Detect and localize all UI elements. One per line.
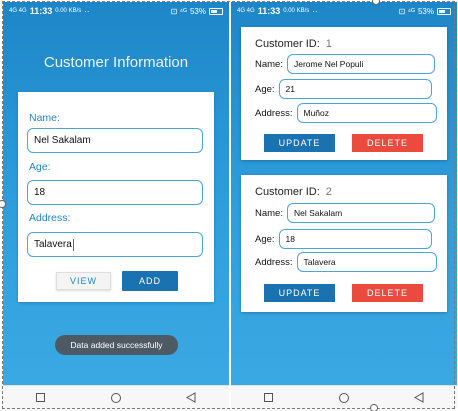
square-icon <box>36 393 46 402</box>
recent-apps-button[interactable] <box>33 390 49 406</box>
address-input[interactable]: Talavera <box>27 232 203 257</box>
triangle-back-icon <box>186 392 196 403</box>
notification-dots-icon: ·· <box>312 6 318 16</box>
age-field[interactable]: 21 <box>278 79 432 99</box>
screenshot-canvas: 4G 4G 11:33 0.00 KB/s ·· ⊡ ⁴ᴳ 53% Custom… <box>0 0 458 411</box>
customer-id-label: Customer ID: <box>255 186 320 198</box>
address-label: Address: <box>255 256 293 268</box>
address-label: Address: <box>29 212 71 224</box>
customer-form-card: Name: Nel Sakalam Age: 18 Address: Talav… <box>18 92 214 302</box>
address-field[interactable]: Talavera <box>296 252 437 272</box>
name-input-value: Nel Sakalam <box>34 135 91 146</box>
delete-button[interactable]: DELETE <box>352 284 423 302</box>
age-field[interactable]: 18 <box>278 229 432 249</box>
network-speed: 0.00 KB/s <box>283 8 310 14</box>
customer-id-value: 1 <box>325 38 332 50</box>
age-label: Age: <box>255 83 275 95</box>
status-bar: 4G 4G 11:33 0.00 KB/s ·· ⊡ ⁴ᴳ 53% <box>3 2 229 20</box>
delete-button[interactable]: DELETE <box>352 134 423 152</box>
status-time: 11:33 <box>257 6 281 16</box>
customer-id: Customer ID: 2 <box>255 186 332 198</box>
right-phone-screen: 4G 4G 11:33 0.00 KB/s ·· ⊡ ⁴ᴳ 53% Custom… <box>231 2 457 409</box>
customer-id: Customer ID: 1 <box>255 38 332 50</box>
name-field[interactable]: Nel Sakalam <box>286 203 435 223</box>
customer-card: Customer ID: 1 Name: Jerome Nel Populi Ag… <box>241 27 447 160</box>
customer-id-label: Customer ID: <box>255 38 320 50</box>
age-input[interactable]: 18 <box>27 180 203 205</box>
name-label: Name: <box>29 112 60 124</box>
age-label: Age: <box>29 161 51 173</box>
age-label: Age: <box>255 233 275 245</box>
home-button[interactable] <box>336 390 352 406</box>
navigation-bar <box>231 385 457 409</box>
circle-icon <box>110 392 121 403</box>
age-row: Age: 18 <box>255 229 432 249</box>
text-cursor <box>72 238 74 251</box>
triangle-back-icon <box>414 392 424 403</box>
status-time: 11:33 <box>29 6 53 16</box>
view-button[interactable]: VIEW <box>56 272 111 290</box>
name-label: Name: <box>255 58 283 70</box>
back-button[interactable] <box>411 390 427 406</box>
customer-card: Customer ID: 2 Name: Nel Sakalam Age: 18 … <box>241 175 447 312</box>
name-input[interactable]: Nel Sakalam <box>27 128 203 153</box>
left-phone-screen: 4G 4G 11:33 0.00 KB/s ·· ⊡ ⁴ᴳ 53% Custom… <box>3 2 229 409</box>
battery-icon <box>209 7 223 15</box>
address-input-value: Talavera <box>34 239 72 250</box>
battery-percent: 53% <box>417 6 434 16</box>
resize-handle[interactable] <box>370 404 378 411</box>
home-button[interactable] <box>108 390 124 406</box>
status-right-icons: ⊡ ⁴ᴳ <box>170 6 187 16</box>
name-field[interactable]: Jerome Nel Populi <box>286 54 435 74</box>
status-right-icons: ⊡ ⁴ᴳ <box>398 6 415 16</box>
toast-message: Data added successfully <box>55 335 178 355</box>
back-button[interactable] <box>183 390 199 406</box>
update-button[interactable]: UPDATE <box>264 134 335 152</box>
update-button[interactable]: UPDATE <box>264 284 335 302</box>
address-field[interactable]: Muñoz <box>296 103 437 123</box>
notification-dots-icon: ·· <box>84 6 90 16</box>
battery-percent: 53% <box>189 6 206 16</box>
battery-icon <box>437 7 451 15</box>
name-row: Name: Nel Sakalam <box>255 203 435 223</box>
signal-icon: 4G 4G <box>9 8 27 14</box>
name-row: Name: Jerome Nel Populi <box>255 54 435 74</box>
age-row: Age: 21 <box>255 79 432 99</box>
recent-apps-button[interactable] <box>261 390 277 406</box>
signal-icon: 4G 4G <box>237 8 255 14</box>
status-bar: 4G 4G 11:33 0.00 KB/s ·· ⊡ ⁴ᴳ 53% <box>231 2 457 20</box>
add-button[interactable]: ADD <box>122 271 178 291</box>
address-row: Address: Talavera <box>255 252 437 272</box>
customer-id-value: 2 <box>325 186 332 198</box>
network-speed: 0.00 KB/s <box>55 8 82 14</box>
address-row: Address: Muñoz <box>255 103 437 123</box>
age-input-value: 18 <box>34 187 46 198</box>
navigation-bar <box>3 385 229 409</box>
circle-icon <box>338 392 349 403</box>
page-title: Customer Information <box>43 54 189 71</box>
square-icon <box>264 393 274 402</box>
name-label: Name: <box>255 207 283 219</box>
address-label: Address: <box>255 107 293 119</box>
